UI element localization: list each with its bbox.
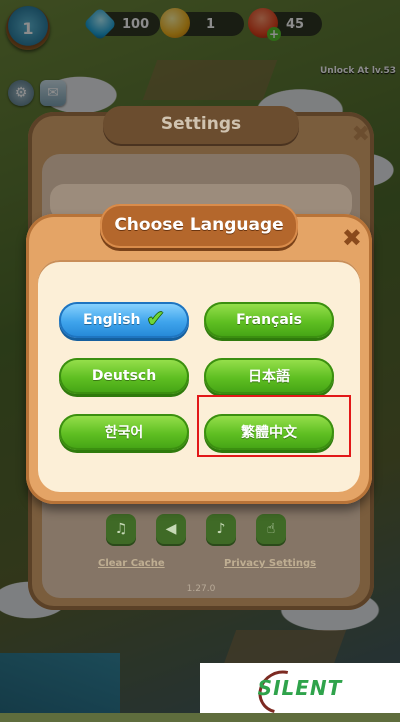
watermark: SILENT bbox=[200, 662, 400, 722]
watermark-text: SILENT bbox=[257, 676, 343, 700]
language-button-german[interactable]: Deutsch bbox=[59, 358, 189, 394]
language-button-japanese[interactable]: 日本語 bbox=[204, 358, 334, 394]
language-label: Deutsch bbox=[91, 368, 157, 384]
choose-language-dialog: Choose Language ✖ English ✔ Français Deu… bbox=[26, 204, 372, 504]
settings-title: Settings bbox=[160, 114, 242, 134]
settings-title-plate: Settings bbox=[103, 106, 299, 144]
dialog-title-plate: Choose Language bbox=[100, 204, 298, 248]
language-label: English bbox=[83, 312, 141, 328]
version-label: 1.27.0 bbox=[186, 584, 216, 594]
language-label: 日本語 bbox=[248, 369, 290, 385]
bell-icon[interactable]: ♪ bbox=[206, 514, 236, 544]
dialog-title: Choose Language bbox=[114, 215, 284, 235]
language-label: Français bbox=[236, 312, 302, 328]
close-icon[interactable]: ✖ bbox=[342, 226, 362, 250]
clear-cache-link[interactable]: Clear Cache bbox=[98, 558, 165, 569]
language-button-korean[interactable]: 한국어 bbox=[59, 414, 189, 450]
privacy-settings-link[interactable]: Privacy Settings bbox=[224, 558, 316, 569]
language-button-french[interactable]: Français bbox=[204, 302, 334, 338]
settings-close-icon[interactable]: ✖ bbox=[352, 122, 370, 147]
hand-icon[interactable]: ☝ bbox=[256, 514, 286, 544]
highlight-box bbox=[197, 395, 351, 457]
music-icon[interactable]: ♫ bbox=[106, 514, 136, 544]
checkmark-icon: ✔ bbox=[146, 307, 165, 332]
sound-icon[interactable]: ◀ bbox=[156, 514, 186, 544]
language-button-english[interactable]: English ✔ bbox=[59, 302, 189, 338]
language-label: 한국어 bbox=[104, 425, 144, 441]
